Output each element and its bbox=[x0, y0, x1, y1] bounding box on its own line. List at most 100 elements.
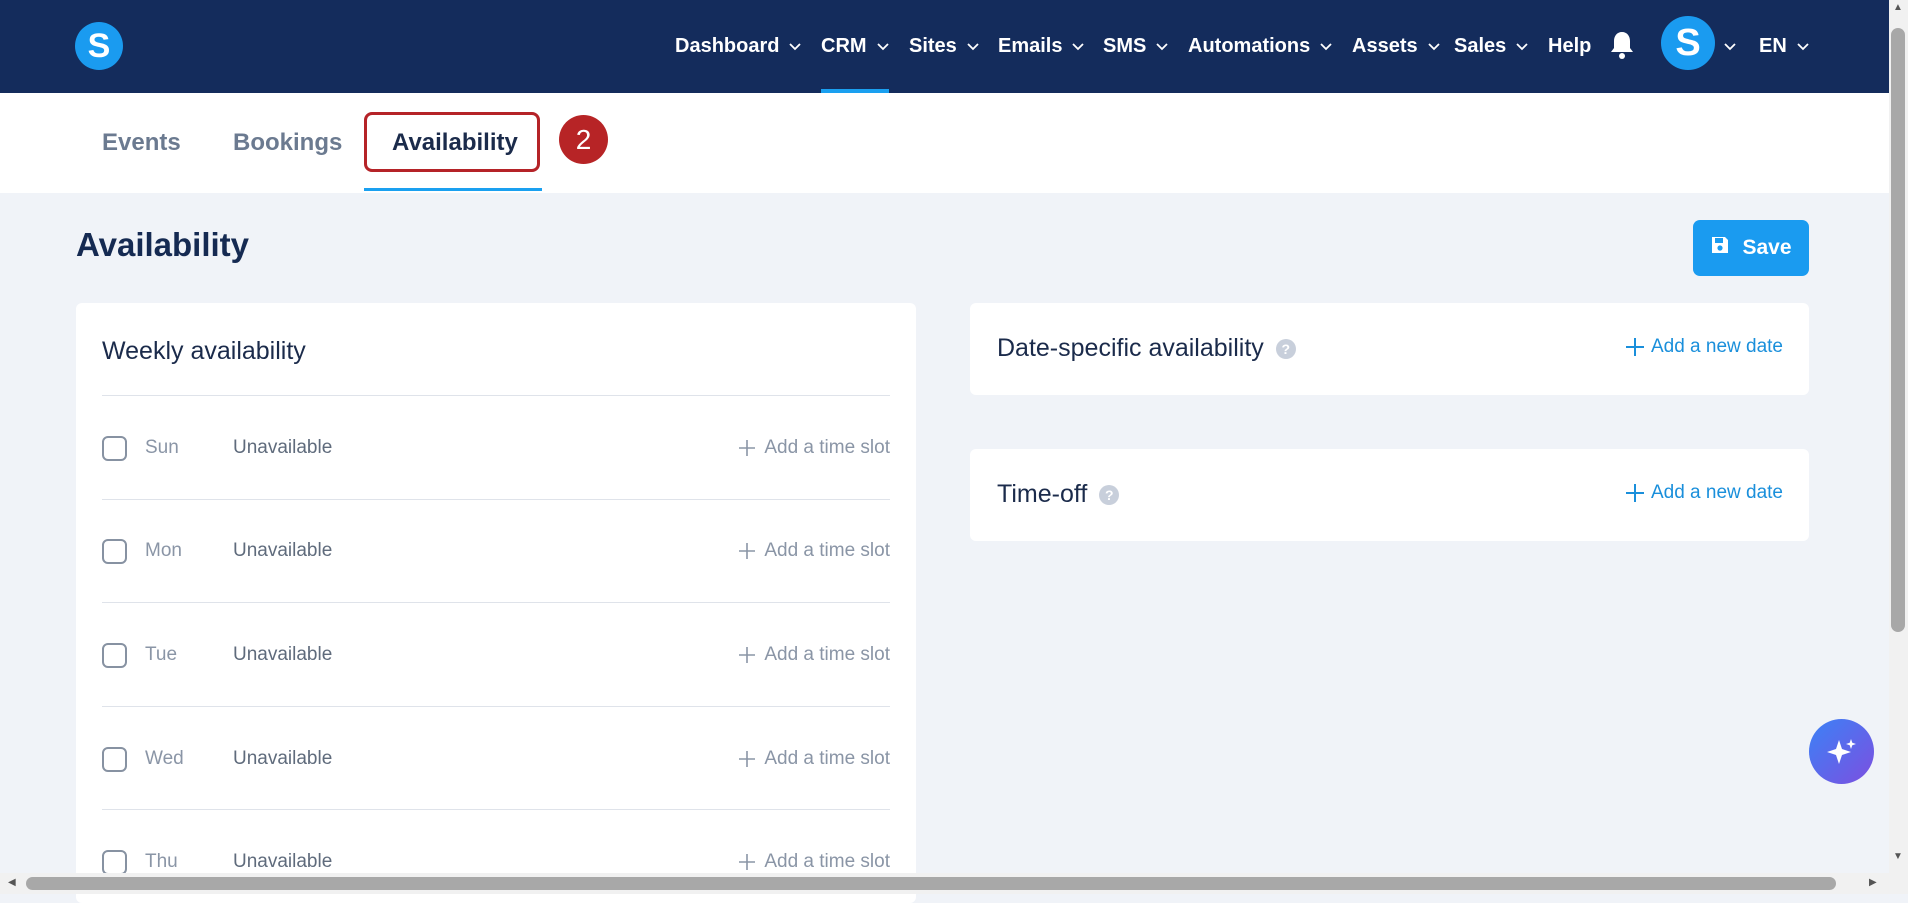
scroll-left-arrow-icon[interactable]: ◀ bbox=[8, 877, 16, 888]
add-time-slot-button[interactable]: Add a time slot bbox=[738, 851, 890, 873]
nav-sms[interactable]: SMS bbox=[1103, 0, 1168, 93]
divider bbox=[102, 602, 890, 603]
divider bbox=[102, 809, 890, 810]
help-icon[interactable]: ? bbox=[1275, 339, 1296, 360]
plus-icon bbox=[739, 647, 756, 663]
horizontal-scrollbar-thumb[interactable] bbox=[26, 877, 1836, 890]
day-label: Thu bbox=[145, 851, 178, 872]
scroll-down-arrow-icon[interactable]: ▼ bbox=[1893, 851, 1903, 862]
plus-icon bbox=[1625, 338, 1644, 356]
nav-sites-label: Sites bbox=[909, 35, 957, 57]
nav-dashboard-label: Dashboard bbox=[675, 35, 780, 57]
nav-crm[interactable]: CRM bbox=[821, 0, 889, 93]
bell-icon[interactable] bbox=[1609, 30, 1635, 60]
weekday-row-wed: Wed Unavailable Add a time slot bbox=[102, 729, 890, 789]
time-off-title-wrap: Time-off? bbox=[997, 480, 1120, 509]
add-time-slot-label: Add a time slot bbox=[764, 644, 890, 665]
add-time-slot-button[interactable]: Add a time slot bbox=[738, 748, 890, 770]
date-specific-availability-card: Date-specific availability? Add a new da… bbox=[970, 303, 1809, 395]
nav-automations[interactable]: Automations bbox=[1188, 0, 1332, 93]
day-label: Sun bbox=[145, 437, 179, 458]
plus-icon bbox=[739, 751, 756, 767]
day-checkbox[interactable] bbox=[102, 435, 127, 461]
nav-help[interactable]: Help bbox=[1548, 0, 1591, 93]
add-time-off-date-label: Add a new date bbox=[1650, 482, 1783, 503]
plus-icon bbox=[739, 440, 756, 456]
add-time-slot-button[interactable]: Add a time slot bbox=[738, 540, 890, 562]
day-status: Unavailable bbox=[233, 748, 333, 769]
nav-emails[interactable]: Emails bbox=[998, 0, 1085, 93]
time-off-card: Time-off? Add a new date bbox=[970, 449, 1809, 541]
weekday-row-mon: Mon Unavailable Add a time slot bbox=[102, 521, 890, 581]
chevron-down-icon bbox=[789, 42, 802, 51]
weekday-row-sun: Sun Unavailable Add a time slot bbox=[102, 418, 890, 478]
day-checkbox[interactable] bbox=[102, 746, 127, 772]
day-checkbox[interactable] bbox=[102, 538, 127, 564]
chevron-down-icon bbox=[1797, 42, 1809, 51]
add-time-slot-label: Add a time slot bbox=[764, 540, 890, 561]
app-logo[interactable]: S bbox=[75, 22, 123, 70]
save-icon bbox=[1710, 235, 1730, 261]
date-specific-title-wrap: Date-specific availability? bbox=[997, 334, 1296, 363]
scroll-up-arrow-icon[interactable]: ▲ bbox=[1893, 2, 1903, 13]
chevron-down-icon bbox=[1156, 42, 1168, 51]
tab-bookings[interactable]: Bookings bbox=[233, 93, 342, 193]
active-tab-indicator bbox=[364, 188, 542, 191]
sub-tab-bar: Events Bookings Availability bbox=[0, 93, 1889, 193]
chevron-down-icon bbox=[1427, 42, 1440, 51]
plus-icon bbox=[739, 854, 756, 870]
day-status: Unavailable bbox=[233, 851, 333, 872]
add-time-slot-button[interactable]: Add a time slot bbox=[738, 644, 890, 666]
save-button[interactable]: Save bbox=[1693, 220, 1809, 276]
divider bbox=[102, 395, 890, 396]
day-status: Unavailable bbox=[233, 437, 333, 458]
chevron-down-icon[interactable] bbox=[1724, 38, 1736, 56]
add-time-slot-label: Add a time slot bbox=[764, 437, 890, 458]
tab-events[interactable]: Events bbox=[102, 93, 181, 193]
date-specific-title: Date-specific availability bbox=[997, 334, 1264, 362]
chevron-down-icon bbox=[967, 42, 979, 51]
day-label: Mon bbox=[145, 540, 182, 561]
vertical-scrollbar-thumb[interactable] bbox=[1891, 28, 1905, 632]
language-selector[interactable]: EN bbox=[1759, 0, 1809, 93]
divider bbox=[102, 499, 890, 500]
chevron-down-icon bbox=[1072, 42, 1085, 51]
chevron-down-icon bbox=[876, 42, 889, 51]
nav-assets[interactable]: Assets bbox=[1352, 0, 1440, 93]
nav-help-label: Help bbox=[1548, 35, 1592, 57]
help-icon[interactable]: ? bbox=[1099, 485, 1120, 506]
add-time-slot-button[interactable]: Add a time slot bbox=[738, 437, 890, 459]
page-title: Availability bbox=[76, 226, 250, 263]
user-avatar[interactable]: S bbox=[1661, 16, 1715, 70]
nav-automations-label: Automations bbox=[1188, 35, 1311, 57]
day-status: Unavailable bbox=[233, 644, 333, 665]
add-new-date-button[interactable]: Add a new date bbox=[1625, 336, 1783, 358]
nav-sales[interactable]: Sales bbox=[1454, 0, 1528, 93]
step-badge: 2 bbox=[559, 115, 608, 164]
weekly-availability-title: Weekly availability bbox=[102, 337, 306, 365]
nav-assets-label: Assets bbox=[1352, 35, 1418, 57]
add-time-off-date-button[interactable]: Add a new date bbox=[1625, 482, 1783, 504]
day-checkbox[interactable] bbox=[102, 642, 127, 668]
sparkle-icon bbox=[1826, 738, 1856, 764]
day-label: Tue bbox=[145, 644, 178, 665]
save-button-label: Save bbox=[1742, 236, 1792, 259]
add-time-slot-label: Add a time slot bbox=[764, 851, 890, 872]
chevron-down-icon bbox=[1320, 42, 1332, 51]
nav-dashboard[interactable]: Dashboard bbox=[675, 0, 802, 93]
nav-sales-label: Sales bbox=[1454, 35, 1507, 57]
day-status: Unavailable bbox=[233, 540, 333, 561]
chevron-down-icon bbox=[1516, 42, 1528, 51]
day-checkbox[interactable] bbox=[102, 849, 127, 875]
nav-emails-label: Emails bbox=[998, 35, 1063, 57]
ai-assistant-button[interactable] bbox=[1809, 719, 1874, 784]
add-new-date-label: Add a new date bbox=[1650, 336, 1783, 357]
language-label: EN bbox=[1759, 35, 1787, 57]
divider bbox=[102, 706, 890, 707]
nav-sites[interactable]: Sites bbox=[909, 0, 979, 93]
scroll-right-arrow-icon[interactable]: ▶ bbox=[1869, 877, 1877, 888]
nav-sms-label: SMS bbox=[1103, 35, 1147, 57]
nav-crm-label: CRM bbox=[821, 35, 867, 57]
tab-availability[interactable]: Availability bbox=[392, 93, 518, 193]
time-off-title: Time-off bbox=[997, 480, 1088, 508]
